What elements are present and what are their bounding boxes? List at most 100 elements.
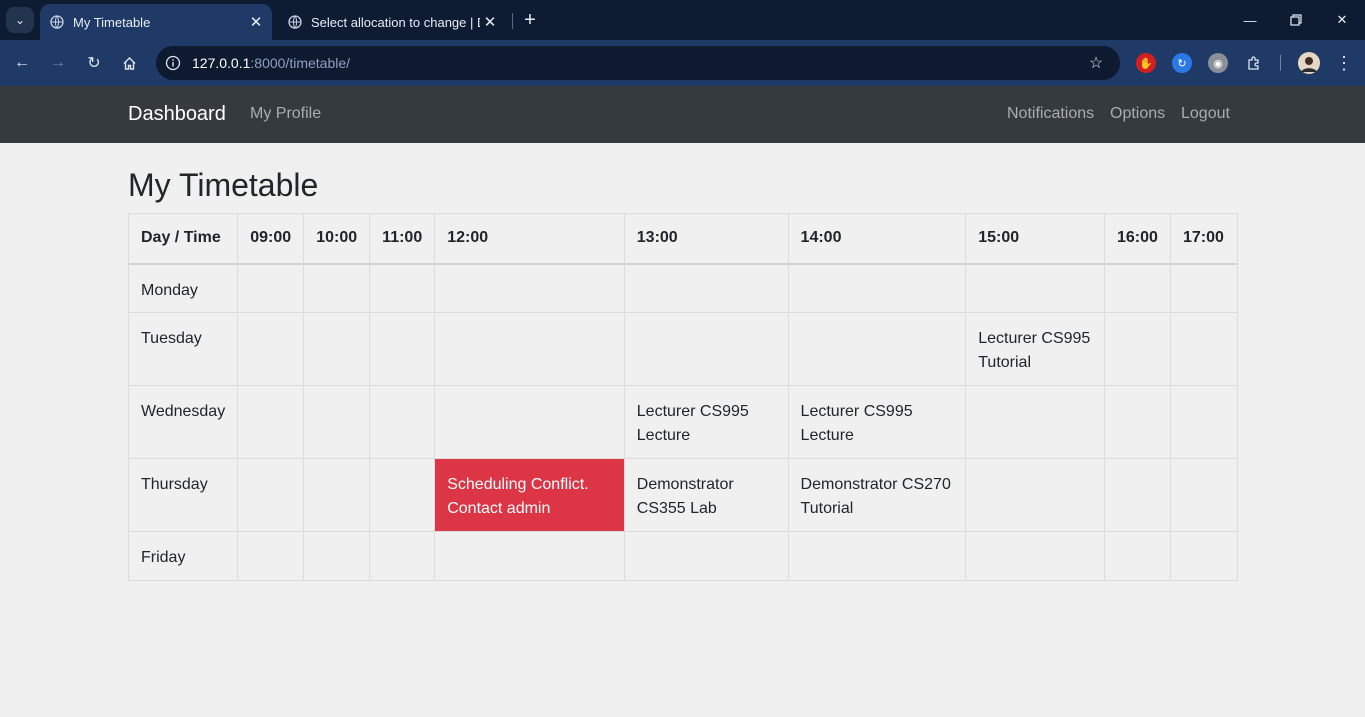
header-cell: 09:00 [237,213,305,265]
red-hand-icon[interactable]: ✋ [1136,53,1156,73]
notifications-link[interactable]: Notifications [1007,105,1094,123]
slot-cell [1169,263,1239,313]
slot-cell [369,385,436,459]
allocation-cell: Demonstrator CS270 Tutorial [787,458,967,532]
puzzle-icon[interactable] [1244,53,1264,73]
table-row: Wednesday Lecturer CS995 Lecture Lecture… [127,385,1239,459]
header-cell: 15:00 [965,213,1105,265]
slot-cell [623,263,789,313]
minimize-icon[interactable]: — [1227,0,1273,40]
slot-cell [965,531,1105,581]
allocation-cell: Lecturer CS995 Lecture [623,385,789,459]
tab-my-timetable[interactable]: My Timetable ✕ [40,4,272,40]
tab-close-icon[interactable]: ✕ [480,12,500,32]
header-cell: Day / Time [127,213,239,265]
table-row: Monday [127,263,1239,313]
options-link[interactable]: Options [1110,105,1165,123]
slot-cell [369,531,436,581]
url-text: 127.0.0.1:8000/timetable/ [192,55,350,71]
globe-icon [49,14,65,30]
slot-cell [237,458,305,532]
slot-cell [1169,531,1239,581]
table-row: Thursday Scheduling Conflict. Contact ad… [127,458,1239,532]
page-title: My Timetable [128,167,319,203]
logout-link[interactable]: Logout [1181,105,1230,123]
slot-cell [434,263,625,313]
slot-cell [369,458,436,532]
address-bar[interactable]: 127.0.0.1:8000/timetable/ ☆ [156,46,1120,80]
slot-cell [1103,312,1171,386]
tab-title: My Timetable [73,14,151,30]
slot-cell [303,312,371,386]
forward-arrow-icon[interactable]: → [45,50,71,76]
kebab-menu-icon[interactable]: ⋮ [1334,52,1354,74]
slot-cell [303,385,371,459]
slot-cell [237,531,305,581]
browser-tabstrip: ⌄ My Timetable ✕ Select allocation to ch… [0,0,1365,40]
scheduling-conflict-cell: Scheduling Conflict. Contact admin [434,458,625,532]
slot-cell [369,263,436,313]
slot-cell [237,312,305,386]
slot-cell [434,385,625,459]
header-cell: 17:00 [1169,213,1239,265]
slot-cell [787,263,967,313]
brand-dashboard-link[interactable]: Dashboard [128,103,226,126]
slot-cell [303,531,371,581]
allocation-cell: Lecturer CS995 Lecture [787,385,967,459]
my-profile-link[interactable]: My Profile [250,105,321,123]
new-tab-plus-icon[interactable]: + [518,8,542,32]
timetable-header-row: Day / Time 09:00 10:00 11:00 12:00 13:00… [127,213,1239,265]
header-cell: 11:00 [369,213,436,265]
restore-icon[interactable] [1273,0,1319,40]
day-cell: Thursday [127,458,239,532]
slot-cell [1103,385,1171,459]
browser-toolbar: ← → ↻ 127.0.0.1:8000/timetable/ ☆ ✋ ↻ ◉ … [0,40,1365,86]
slot-cell [237,385,305,459]
slot-cell [1103,263,1171,313]
back-arrow-icon[interactable]: ← [9,50,35,76]
day-cell: Friday [127,531,239,581]
slot-cell [1169,312,1239,386]
tab-close-icon[interactable]: ✕ [246,12,266,32]
site-info-icon[interactable] [164,54,182,72]
allocation-cell: Lecturer CS995 Tutorial [965,312,1105,386]
blue-refresh-icon[interactable]: ↻ [1172,53,1192,73]
slot-cell [623,531,789,581]
header-cell: 12:00 [434,213,625,265]
day-cell: Tuesday [127,312,239,386]
slot-cell [1169,458,1239,532]
reload-icon[interactable]: ↻ [81,50,107,76]
tab-search-chevron-icon[interactable]: ⌄ [6,7,34,33]
slot-cell [1103,531,1171,581]
header-cell: 10:00 [303,213,371,265]
slot-cell [434,531,625,581]
url-path: :8000/timetable/ [250,55,351,71]
close-icon[interactable]: ✕ [1319,0,1365,40]
owl-icon[interactable]: ◉ [1208,53,1228,73]
globe-icon [287,14,303,30]
slot-cell [623,312,789,386]
slot-cell [965,458,1105,532]
tab-select-allocation[interactable]: Select allocation to change | Dja ✕ [278,4,506,40]
slot-cell [965,263,1105,313]
home-icon[interactable] [116,50,142,76]
slot-cell [787,531,967,581]
app-navbar: Dashboard My Profile Notifications Optio… [0,86,1365,143]
slot-cell [434,312,625,386]
header-cell: 16:00 [1103,213,1171,265]
table-row: Friday [127,531,1239,581]
table-row: Tuesday Lecturer CS995 Tutorial [127,312,1239,386]
header-cell: 14:00 [787,213,967,265]
slot-cell [237,263,305,313]
bookmark-star-icon[interactable]: ☆ [1086,53,1106,73]
slot-cell [965,385,1105,459]
profile-avatar[interactable] [1298,52,1320,74]
toolbar-divider [1280,55,1281,71]
tab-separator [512,13,513,29]
day-cell: Wednesday [127,385,239,459]
header-cell: 13:00 [623,213,789,265]
slot-cell [1169,385,1239,459]
timetable-table: Day / Time 09:00 10:00 11:00 12:00 13:00… [127,213,1239,581]
tab-title: Select allocation to change | Dja [311,14,480,30]
day-cell: Monday [127,263,239,313]
